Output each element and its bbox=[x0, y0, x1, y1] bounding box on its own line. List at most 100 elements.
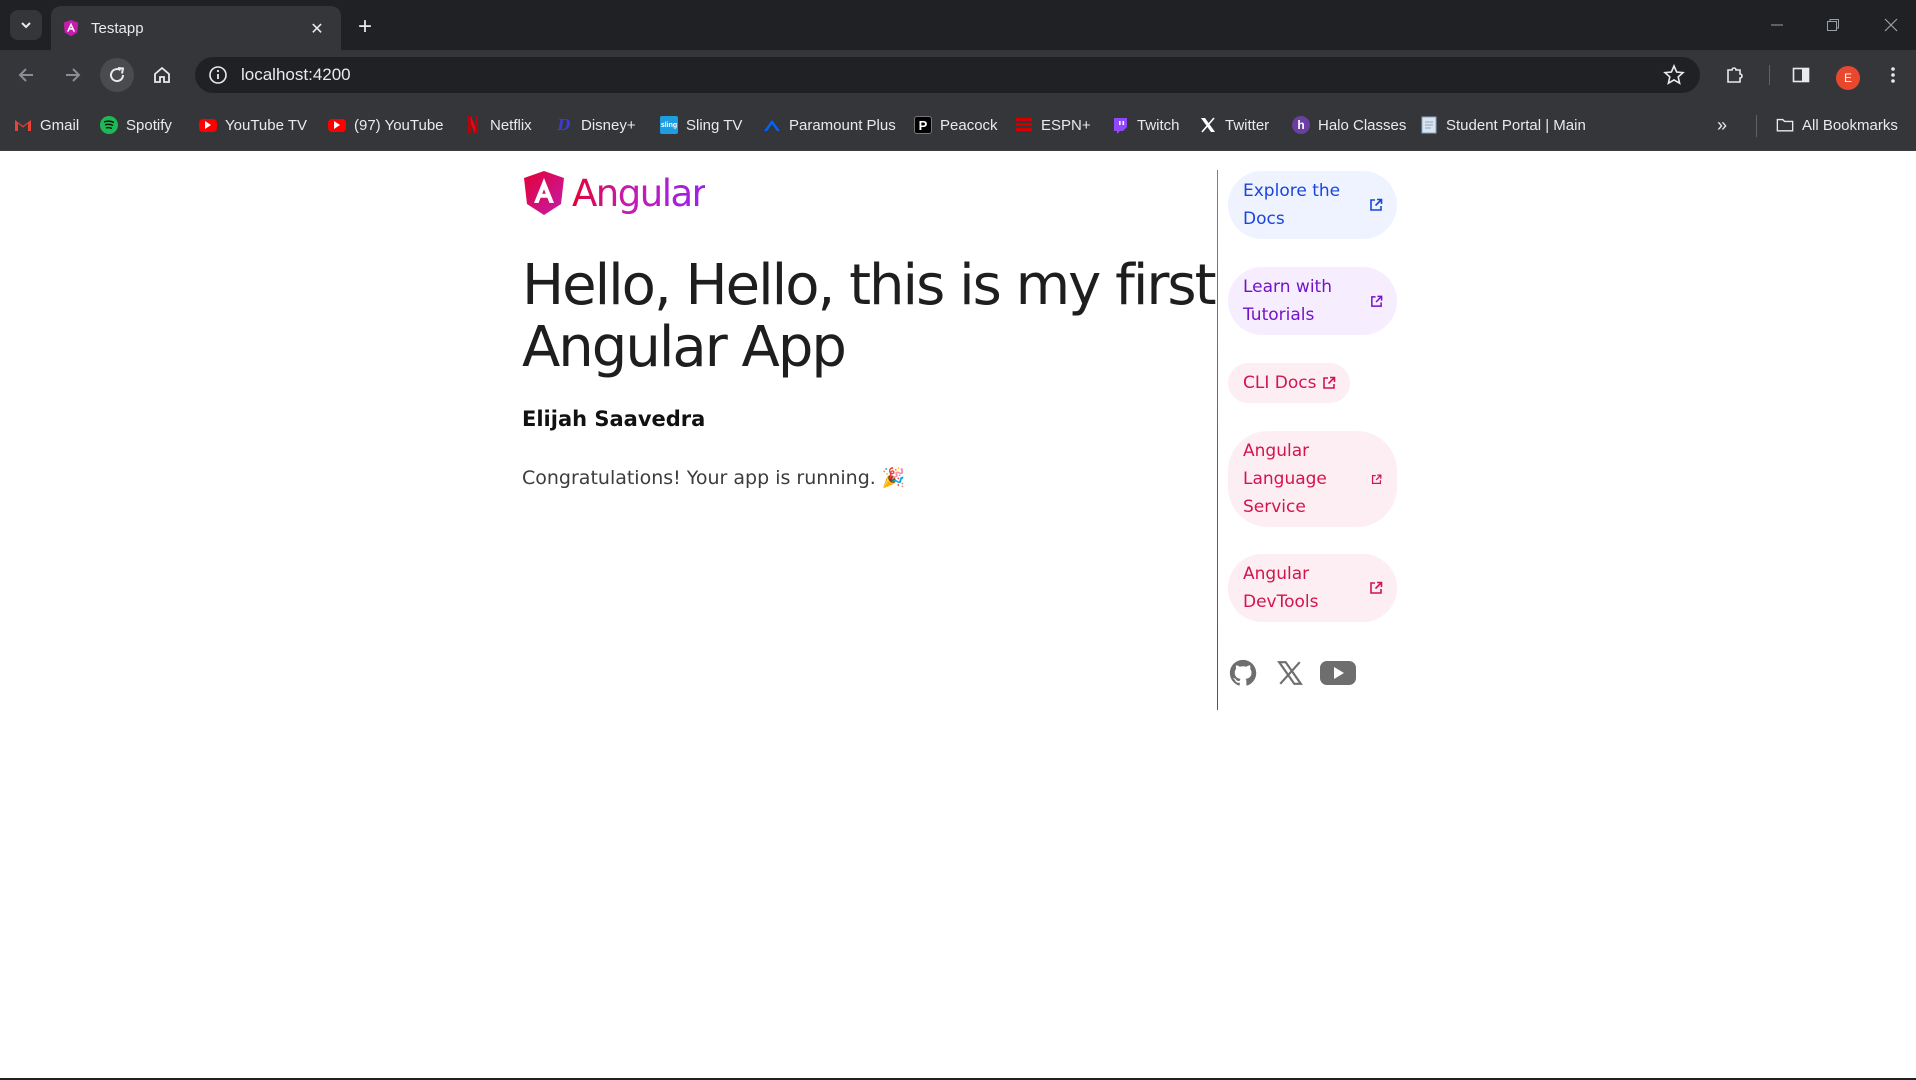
bookmark-peacock[interactable]: P Peacock bbox=[914, 114, 998, 136]
link-label: Angular DevTools bbox=[1243, 564, 1319, 612]
tutorials-link[interactable]: Learn with Tutorials bbox=[1228, 267, 1397, 335]
bookmark-label: Netflix bbox=[490, 116, 532, 134]
url-text: localhost:4200 bbox=[241, 65, 351, 84]
halo-icon: h bbox=[1292, 116, 1310, 134]
external-link-icon bbox=[1322, 376, 1336, 390]
youtube-tv-icon bbox=[199, 118, 217, 132]
spotify-icon bbox=[100, 116, 118, 134]
angular-favicon-icon bbox=[61, 18, 81, 38]
link-label: Explore the Docs bbox=[1243, 181, 1341, 229]
browser-menu-button[interactable] bbox=[1876, 58, 1910, 92]
bookmark-disney[interactable]: D Disney+ bbox=[555, 114, 636, 136]
bookmark-label: ESPN+ bbox=[1041, 116, 1091, 134]
angular-shield-icon bbox=[524, 171, 564, 215]
arrow-right-icon bbox=[66, 68, 81, 82]
congrats-message: Congratulations! Your app is running. 🎉 bbox=[522, 467, 906, 489]
bookmark-gmail[interactable]: Gmail bbox=[14, 114, 79, 136]
bookmark-halo[interactable]: h Halo Classes bbox=[1292, 114, 1406, 136]
more-bookmarks-button[interactable]: » bbox=[1717, 114, 1727, 136]
external-link-icon bbox=[1369, 294, 1383, 308]
cli-docs-link[interactable]: CLI Docs bbox=[1228, 363, 1351, 403]
arrow-left-icon bbox=[18, 68, 33, 82]
bookmark-sling[interactable]: sling Sling TV bbox=[660, 114, 742, 136]
twitch-icon bbox=[1111, 116, 1129, 134]
tab-search-button[interactable] bbox=[10, 10, 42, 40]
home-button[interactable] bbox=[145, 58, 179, 92]
home-icon bbox=[154, 66, 170, 83]
app-page: Angular Hello, Hello, this is my first A… bbox=[0, 152, 1916, 1078]
bookmark-label: Halo Classes bbox=[1318, 116, 1407, 134]
profile-avatar[interactable]: E bbox=[1836, 66, 1860, 90]
external-link-icon bbox=[1369, 198, 1383, 212]
devtools-link[interactable]: Angular DevTools bbox=[1228, 554, 1397, 622]
bookmark-label: Paramount Plus bbox=[789, 116, 896, 134]
bookmark-star-icon[interactable] bbox=[1662, 63, 1686, 87]
bookmark-netflix[interactable]: Netflix bbox=[464, 114, 532, 136]
site-info-icon[interactable] bbox=[201, 58, 235, 92]
bookmark-label: Sling TV bbox=[686, 116, 743, 134]
close-tab-icon[interactable]: ✕ bbox=[305, 16, 329, 40]
x-icon bbox=[1199, 116, 1217, 134]
bookmark-paramount[interactable]: Paramount Plus bbox=[763, 114, 896, 136]
bookmark-label: Twitter bbox=[1225, 116, 1270, 134]
bookmark-label: Student Portal | Main bbox=[1446, 116, 1586, 134]
bookmark-spotify[interactable]: Spotify bbox=[100, 114, 172, 136]
extensions-button[interactable] bbox=[1718, 58, 1752, 92]
bookmark-student-portal[interactable]: Student Portal | Main bbox=[1420, 114, 1586, 136]
external-link-icon bbox=[1369, 581, 1383, 595]
puzzle-icon bbox=[1727, 67, 1743, 83]
double-chevron-right-icon: » bbox=[1717, 114, 1728, 135]
browser-tab[interactable]: Testapp ✕ bbox=[51, 6, 341, 50]
author-name: Elijah Saavedra bbox=[522, 407, 706, 431]
all-bookmarks-label: All Bookmarks bbox=[1802, 116, 1898, 134]
angular-logo: Angular bbox=[522, 170, 707, 216]
paramount-icon bbox=[763, 116, 781, 134]
github-icon[interactable] bbox=[1226, 656, 1260, 690]
peacock-icon: P bbox=[914, 116, 932, 134]
bookmark-label: Peacock bbox=[940, 116, 998, 134]
more-vert-icon bbox=[1891, 67, 1895, 83]
restore-icon bbox=[1827, 19, 1839, 31]
bookmarks-divider bbox=[1756, 115, 1757, 137]
bookmark-twitch[interactable]: Twitch bbox=[1111, 114, 1180, 136]
bookmark-youtube-tv[interactable]: YouTube TV bbox=[199, 114, 307, 136]
link-label: Angular Language Service bbox=[1243, 441, 1327, 517]
minimize-icon bbox=[1771, 24, 1783, 26]
toolbar-divider bbox=[1769, 65, 1770, 85]
gmail-icon bbox=[14, 116, 32, 134]
side-panel-button[interactable] bbox=[1784, 58, 1818, 92]
bookmark-label: Disney+ bbox=[581, 116, 636, 134]
address-bar[interactable]: localhost:4200 bbox=[195, 57, 1700, 93]
external-link-icon bbox=[1369, 472, 1383, 486]
all-bookmarks-button[interactable]: All Bookmarks bbox=[1776, 114, 1898, 136]
back-button[interactable] bbox=[10, 58, 44, 92]
bookmark-espn[interactable]: ESPN+ bbox=[1015, 114, 1091, 136]
minimize-button[interactable] bbox=[1757, 10, 1797, 40]
language-service-link[interactable]: Angular Language Service bbox=[1228, 431, 1397, 527]
espn-icon bbox=[1015, 116, 1033, 134]
explore-docs-link[interactable]: Explore the Docs bbox=[1228, 171, 1397, 239]
tab-strip: Testapp ✕ + bbox=[0, 0, 1916, 50]
forward-button[interactable] bbox=[55, 58, 89, 92]
bookmark-label: Twitch bbox=[1137, 116, 1180, 134]
bookmark-label: Spotify bbox=[126, 116, 172, 134]
bookmark-youtube[interactable]: (97) YouTube bbox=[328, 114, 444, 136]
chevron-down-icon bbox=[21, 22, 31, 29]
bookmark-label: (97) YouTube bbox=[354, 116, 444, 134]
bookmark-twitter[interactable]: Twitter bbox=[1199, 114, 1269, 136]
link-label: Learn with Tutorials bbox=[1243, 277, 1332, 325]
youtube-icon[interactable] bbox=[1318, 656, 1358, 690]
netflix-icon bbox=[464, 116, 482, 134]
new-tab-button[interactable]: + bbox=[350, 12, 380, 42]
close-window-button[interactable] bbox=[1871, 10, 1911, 40]
youtube-icon bbox=[328, 118, 346, 132]
reload-button[interactable] bbox=[100, 58, 134, 92]
close-icon bbox=[1884, 18, 1898, 32]
bookmarks-bar: Gmail Spotify YouTube TV (97) YouTube Ne… bbox=[0, 100, 1916, 151]
disney-icon: D bbox=[557, 116, 571, 134]
link-label: CLI Docs bbox=[1243, 373, 1317, 393]
page-title: Hello, Hello, this is my first Angular A… bbox=[522, 253, 1217, 380]
page-icon bbox=[1420, 116, 1438, 134]
x-icon[interactable] bbox=[1273, 656, 1307, 690]
restore-button[interactable] bbox=[1813, 10, 1853, 40]
